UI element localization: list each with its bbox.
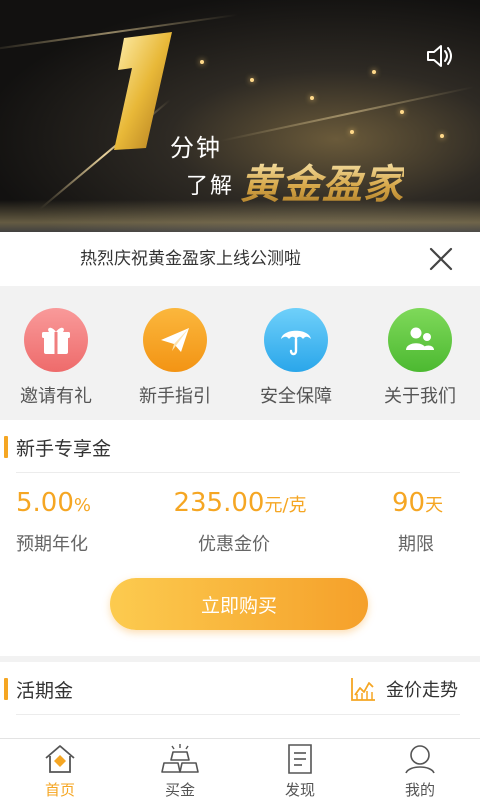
divider — [16, 714, 460, 715]
user-icon — [405, 745, 435, 774]
document-icon — [288, 744, 312, 774]
gift-icon — [24, 308, 88, 372]
sparkle — [440, 134, 444, 138]
sparkle — [350, 130, 354, 134]
umbrella-icon — [264, 308, 328, 372]
tab-buy-gold[interactable]: 买金 — [120, 743, 240, 801]
banner-number-one — [114, 32, 172, 150]
tab-home[interactable]: 首页 — [0, 743, 120, 801]
sparkle — [200, 60, 204, 64]
sparkle — [372, 70, 376, 74]
tab-label: 我的 — [404, 781, 435, 799]
newbie-product-card: 新手专享金 5.00% 预期年化 235.00元/克 优惠金价 90天 期限 立… — [0, 420, 480, 656]
rate-label: 预期年化 — [16, 534, 88, 555]
term-unit: 天 — [425, 495, 444, 516]
term-label: 期限 — [398, 534, 434, 555]
close-icon[interactable] — [426, 244, 456, 274]
metric-rate: 5.00% 预期年化 — [16, 486, 91, 556]
tab-label: 买金 — [164, 781, 195, 799]
gold-bars-icon — [161, 744, 199, 773]
current-gold-card: 活期金 金价走势 — [0, 662, 480, 742]
section-header: 新手专享金 — [0, 420, 480, 472]
metric-price: 235.00元/克 优惠金价 — [170, 486, 310, 556]
sparkle — [400, 110, 404, 114]
rate-unit: % — [73, 495, 91, 516]
banner-glow — [0, 200, 480, 232]
metric-term: 90天 期限 — [392, 486, 443, 556]
section-accent-bar — [4, 678, 8, 700]
light-streak — [219, 85, 475, 142]
quick-link-about[interactable]: 关于我们 — [365, 308, 475, 408]
gold-price-trend-link[interactable]: 金价走势 — [350, 676, 458, 702]
quick-link-label: 关于我们 — [384, 386, 456, 407]
banner-line-1: 分钟 — [170, 134, 222, 162]
announcement-bar[interactable]: 公告 热烈庆祝黄金盈家上线公测啦 — [0, 232, 480, 504]
trend-label: 金价走势 — [386, 680, 458, 701]
tab-label: 首页 — [44, 781, 75, 799]
tab-mine[interactable]: 我的 — [360, 743, 480, 801]
price-value: 235.00 — [173, 488, 265, 518]
quick-link-security[interactable]: 安全保障 — [241, 308, 351, 408]
quick-link-label: 安全保障 — [260, 386, 332, 407]
quick-link-guide[interactable]: 新手指引 — [120, 308, 230, 408]
home-icon — [45, 745, 75, 773]
price-label: 优惠金价 — [198, 534, 270, 555]
tab-discover[interactable]: 发现 — [240, 743, 360, 801]
bottom-tab-bar: 首页 买金 发现 我的 — [0, 738, 480, 801]
divider — [16, 472, 460, 473]
buy-now-button[interactable]: 立即购买 — [110, 578, 368, 630]
section-accent-bar — [4, 436, 8, 458]
banner-line-2: 了解 — [186, 174, 235, 199]
rate-value: 5.00 — [16, 488, 74, 518]
paper-plane-icon — [143, 308, 207, 372]
section-title: 活期金 — [16, 680, 74, 702]
chart-icon — [351, 678, 375, 701]
term-value: 90 — [392, 488, 426, 518]
sparkle — [250, 78, 254, 82]
quick-link-label: 邀请有礼 — [20, 386, 92, 407]
price-unit: 元/克 — [264, 495, 307, 516]
people-icon — [388, 308, 452, 372]
announcement-text[interactable]: 热烈庆祝黄金盈家上线公测啦 — [80, 247, 301, 271]
quick-links: 邀请有礼 新手指引 安全保障 关于我们 — [0, 286, 480, 420]
section-title: 新手专享金 — [16, 438, 112, 460]
speaker-icon[interactable] — [424, 40, 456, 72]
tab-label: 发现 — [284, 781, 315, 799]
quick-link-label: 新手指引 — [139, 386, 211, 407]
sparkle — [310, 96, 314, 100]
hero-banner[interactable]: 分钟 了解 黄金盈家 — [0, 0, 480, 232]
quick-link-invite[interactable]: 邀请有礼 — [1, 308, 111, 408]
